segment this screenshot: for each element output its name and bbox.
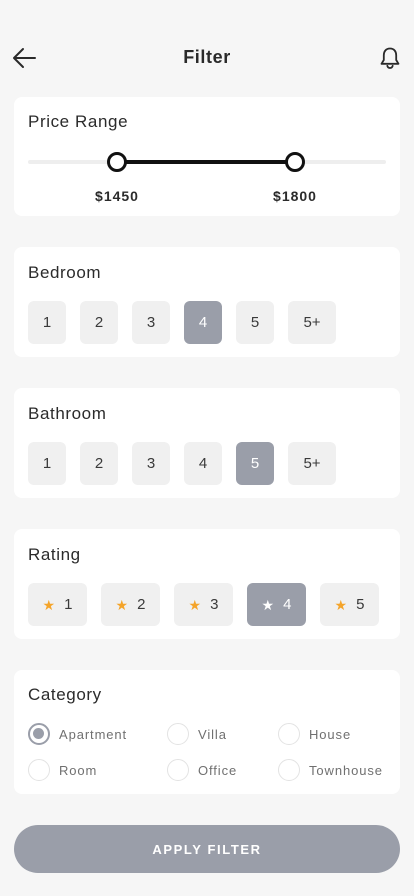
- bedroom-option-5plus[interactable]: 5+: [288, 301, 336, 344]
- rating-value: 4: [283, 596, 292, 613]
- bathroom-option-1[interactable]: 1: [28, 442, 66, 485]
- category-option-apartment[interactable]: Apartment: [28, 723, 127, 745]
- rating-value: 2: [137, 596, 146, 613]
- rating-title: Rating: [28, 545, 81, 564]
- bedroom-option-1[interactable]: 1: [28, 301, 66, 344]
- category-label: Townhouse: [309, 762, 383, 778]
- bell-icon: [380, 47, 400, 69]
- bedroom-option-3[interactable]: 3: [132, 301, 170, 344]
- category-option-townhouse[interactable]: Townhouse: [278, 759, 383, 781]
- category-option-room[interactable]: Room: [28, 759, 97, 781]
- category-label: House: [309, 726, 352, 742]
- bedroom-title: Bedroom: [28, 263, 102, 282]
- price-max-label: $1800: [273, 188, 317, 204]
- rating-option-4[interactable]: ★ 4: [247, 583, 306, 626]
- category-label: Office: [198, 762, 238, 778]
- price-min-thumb[interactable]: [107, 152, 127, 172]
- category-option-office[interactable]: Office: [167, 759, 237, 781]
- bathroom-option-5plus[interactable]: 5+: [288, 442, 336, 485]
- rating-option-5[interactable]: ★ 5: [320, 583, 379, 626]
- rating-value: 5: [356, 596, 365, 613]
- price-max-thumb[interactable]: [285, 152, 305, 172]
- bathroom-title: Bathroom: [28, 404, 107, 423]
- star-icon: ★: [261, 596, 275, 613]
- category-option-house[interactable]: House: [278, 723, 351, 745]
- price-range-title: Price Range: [28, 112, 129, 131]
- radio-icon: [167, 723, 189, 745]
- price-range-card: Price Range $1450 $1800: [14, 97, 400, 216]
- notifications-button[interactable]: [376, 44, 404, 72]
- radio-checked-icon: [28, 723, 50, 745]
- bathroom-option-3[interactable]: 3: [132, 442, 170, 485]
- star-icon: ★: [334, 596, 348, 613]
- bedroom-option-2[interactable]: 2: [80, 301, 118, 344]
- radio-icon: [28, 759, 50, 781]
- bathroom-option-4[interactable]: 4: [184, 442, 222, 485]
- category-card: Category Apartment Villa House Room Offi…: [14, 670, 400, 794]
- bedroom-card: Bedroom 1 2 3 4 5 5+: [14, 247, 400, 357]
- rating-value: 1: [64, 596, 73, 613]
- page-title: Filter: [183, 47, 231, 67]
- radio-icon: [278, 723, 300, 745]
- category-label: Room: [59, 762, 98, 778]
- bedroom-option-5[interactable]: 5: [236, 301, 274, 344]
- price-min-label: $1450: [95, 188, 139, 204]
- category-label: Apartment: [59, 726, 128, 742]
- star-icon: ★: [115, 596, 129, 613]
- star-icon: ★: [42, 596, 56, 613]
- price-slider-fill: [118, 160, 296, 164]
- radio-icon: [278, 759, 300, 781]
- rating-card: Rating ★ 1 ★ 2 ★ 3 ★ 4 ★ 5: [14, 529, 400, 639]
- category-label: Villa: [198, 726, 227, 742]
- apply-filter-button[interactable]: APPLY FILTER: [14, 825, 400, 873]
- bathroom-option-5[interactable]: 5: [236, 442, 274, 485]
- bathroom-card: Bathroom 1 2 3 4 5 5+: [14, 388, 400, 498]
- category-title: Category: [28, 685, 102, 704]
- bathroom-option-2[interactable]: 2: [80, 442, 118, 485]
- rating-value: 3: [210, 596, 219, 613]
- bedroom-option-4[interactable]: 4: [184, 301, 222, 344]
- rating-option-1[interactable]: ★ 1: [28, 583, 87, 626]
- radio-icon: [167, 759, 189, 781]
- category-option-villa[interactable]: Villa: [167, 723, 227, 745]
- star-icon: ★: [188, 596, 202, 613]
- rating-option-3[interactable]: ★ 3: [174, 583, 233, 626]
- rating-option-2[interactable]: ★ 2: [101, 583, 160, 626]
